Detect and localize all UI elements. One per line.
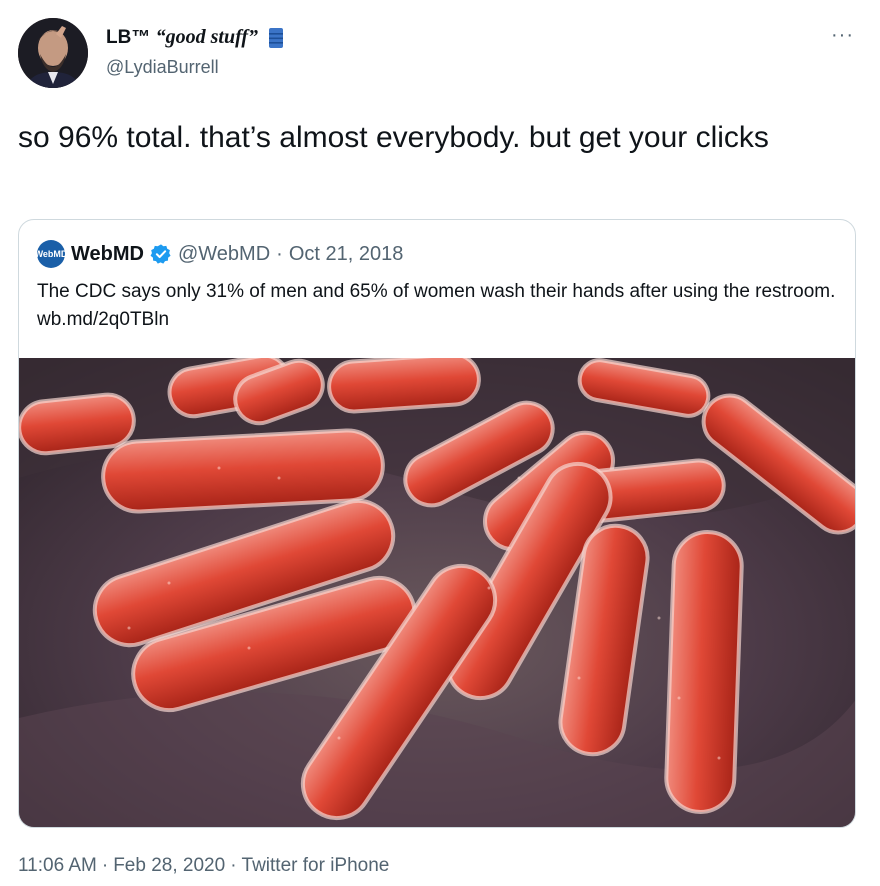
quoted-tweet-card[interactable]: WebMD WebMD @WebMD · Oct 21, 2018 The CD… — [18, 219, 856, 828]
footer-separator: · — [101, 855, 109, 876]
quoted-tweet-header: WebMD WebMD @WebMD · Oct 21, 2018 — [35, 240, 404, 268]
tweet-time[interactable]: 11:06 AM — [18, 855, 97, 877]
quoted-tweet-text: The CDC says only 31% of men and 65% of … — [37, 281, 836, 330]
author-handle[interactable]: @LydiaBurrell — [106, 57, 219, 78]
more-options-icon[interactable]: ··· — [831, 24, 854, 47]
tweet-text: so 96% total. that’s almost everybody. b… — [18, 121, 769, 154]
quoted-separator: · — [276, 242, 283, 265]
footer-separator: · — [230, 855, 237, 876]
quoted-date[interactable]: Oct 21, 2018 — [289, 243, 404, 266]
tweet-date[interactable]: Feb 28, 2020 — [113, 855, 225, 877]
blue-barrel-icon — [268, 27, 284, 49]
author-avatar[interactable] — [18, 18, 88, 88]
author-name-quote: “good stuff” — [155, 26, 259, 48]
author-name-prefix: LB™ — [106, 27, 156, 48]
quoted-author-handle[interactable]: @WebMD — [178, 243, 270, 266]
author-display-name[interactable]: LB™ “good stuff” — [106, 26, 258, 49]
tweet-source[interactable]: Twitter for iPhone — [242, 855, 390, 877]
webmd-logo-icon: WebMD — [35, 240, 67, 268]
verified-badge-icon — [150, 243, 172, 265]
quoted-tweet-image[interactable] — [19, 358, 855, 827]
author-name-row[interactable]: LB™ “good stuff” — [106, 26, 284, 49]
tweet: LB™ “good stuff” @LydiaBurrell ··· so 96… — [0, 0, 880, 886]
tweet-footer: 11:06 AM · Feb 28, 2020 · Twitter for iP… — [18, 855, 389, 877]
quoted-author-name[interactable]: WebMD — [71, 243, 144, 266]
